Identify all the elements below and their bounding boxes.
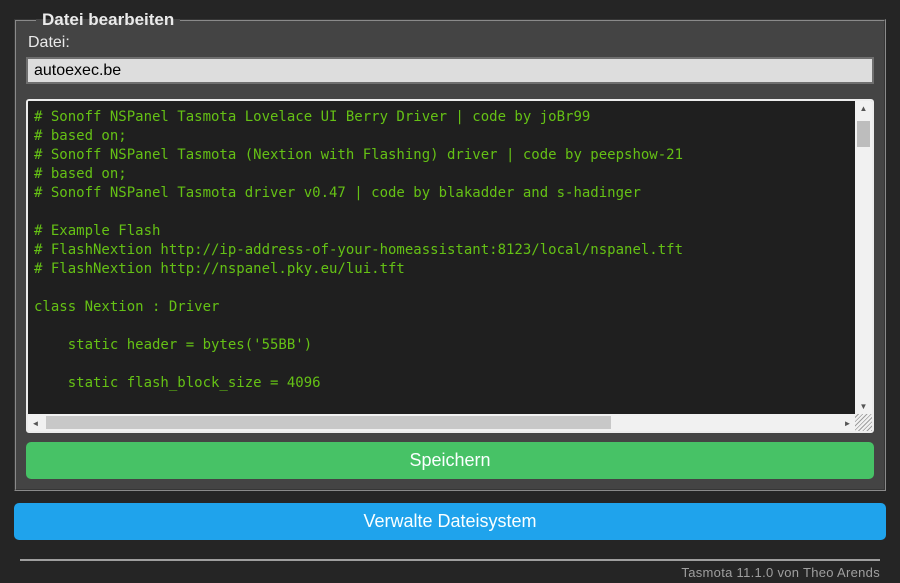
scroll-right-icon[interactable]: ► — [840, 415, 855, 431]
horizontal-scrollbar-thumb[interactable] — [46, 416, 611, 429]
file-name-label: Datei: — [28, 34, 70, 51]
scroll-down-icon[interactable]: ▼ — [855, 399, 872, 414]
scroll-up-icon[interactable]: ▲ — [855, 101, 872, 116]
code-editor-textarea[interactable] — [28, 101, 855, 414]
fieldset-legend: Datei bearbeiten — [42, 10, 175, 29]
horizontal-scrollbar[interactable]: ◄ ► — [28, 414, 855, 431]
code-editor-frame: ▲ ▼ ◄ ► — [26, 99, 874, 433]
footer: Tasmota 11.1.0 von Theo Arends — [14, 559, 886, 580]
file-edit-fieldset: Datei bearbeiten Datei: ▲ ▼ ◄ ► Speicher… — [14, 10, 886, 491]
footer-version-text: Tasmota 11.1.0 von Theo Arends — [681, 565, 880, 580]
save-button[interactable]: Speichern — [26, 442, 874, 479]
scroll-left-icon[interactable]: ◄ — [28, 415, 43, 431]
footer-divider — [20, 559, 880, 561]
manage-filesystem-button[interactable]: Verwalte Dateisystem — [14, 503, 886, 540]
vertical-scrollbar[interactable]: ▲ ▼ — [855, 101, 872, 414]
resize-grip[interactable] — [855, 414, 872, 431]
page-container: Datei bearbeiten Datei: ▲ ▼ ◄ ► Speicher… — [14, 10, 886, 580]
file-name-input[interactable] — [26, 57, 874, 84]
vertical-scrollbar-thumb[interactable] — [857, 121, 870, 147]
